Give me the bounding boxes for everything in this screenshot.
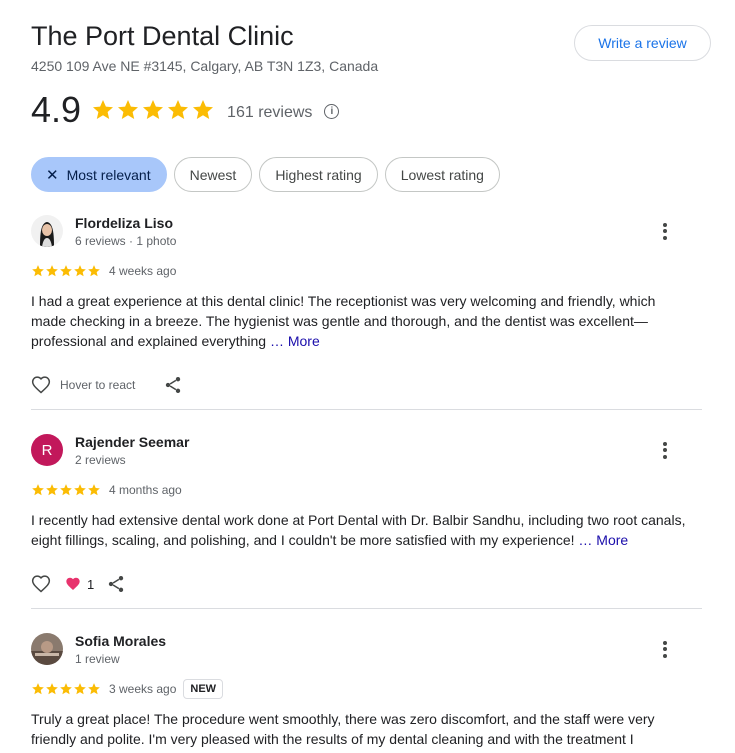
avatar[interactable]: R — [31, 434, 63, 466]
chip-label: Highest rating — [275, 166, 362, 183]
write-review-button[interactable]: Write a review — [574, 25, 711, 61]
review-card: Sofia Morales 1 review 3 weeks ago NEW T… — [31, 633, 702, 749]
like-count: 1 — [87, 576, 95, 592]
new-badge: NEW — [183, 679, 224, 699]
reviewer-name[interactable]: Rajender Seemar — [75, 434, 189, 450]
chip-newest[interactable]: Newest — [173, 157, 253, 192]
review-text: I had a great experience at this dental … — [31, 291, 691, 351]
star-icon — [46, 484, 58, 496]
info-icon[interactable]: i — [324, 103, 340, 119]
divider — [31, 608, 702, 609]
review-body: Truly a great place! The procedure went … — [31, 711, 655, 747]
sort-filter-chips: ✕ Most relevant Newest Highest rating Lo… — [31, 157, 500, 192]
star-icon — [60, 484, 72, 496]
more-link[interactable]: … More — [578, 532, 628, 548]
more-options-icon[interactable] — [653, 438, 677, 462]
star-icon — [46, 265, 58, 277]
react-label: Hover to react — [60, 378, 136, 392]
review-age: 4 weeks ago — [109, 264, 177, 278]
avatar[interactable] — [31, 215, 63, 247]
star-icon — [118, 100, 139, 119]
review-stars — [31, 264, 101, 278]
star-icon — [60, 683, 72, 695]
star-icon — [60, 265, 72, 277]
more-options-icon[interactable] — [653, 219, 677, 243]
person-photo-icon — [31, 215, 63, 247]
chip-most-relevant[interactable]: ✕ Most relevant — [31, 157, 167, 192]
average-rating: 4.9 — [31, 89, 82, 130]
rating-summary: 4.9 161 reviews i — [31, 89, 340, 130]
share-icon[interactable] — [106, 574, 126, 594]
star-icon — [74, 683, 86, 695]
person-photo-icon — [31, 633, 63, 665]
review-text: Truly a great place! The procedure went … — [31, 709, 691, 749]
star-icon — [168, 100, 189, 119]
star-icon — [74, 265, 86, 277]
review-card: Flordeliza Liso 6 reviews · 1 photo 4 we… — [31, 215, 702, 397]
chip-label: Newest — [189, 166, 237, 183]
star-icon — [32, 484, 44, 496]
chip-label: Most relevant — [66, 166, 151, 183]
chip-highest-rating[interactable]: Highest rating — [259, 157, 378, 192]
heart-outline-icon[interactable] — [31, 574, 51, 594]
avatar[interactable] — [31, 633, 63, 665]
reaction-count[interactable]: 1 — [65, 576, 94, 592]
review-stars — [31, 682, 101, 696]
star-icon — [32, 683, 44, 695]
star-icon — [88, 265, 100, 277]
reviewer-name[interactable]: Sofia Morales — [75, 633, 166, 649]
star-icon — [193, 100, 214, 119]
star-icon — [88, 484, 100, 496]
reviewer-meta: 1 review — [75, 652, 120, 666]
divider — [31, 409, 702, 410]
star-icon — [46, 683, 58, 695]
more-link[interactable]: … More — [270, 333, 320, 349]
reviewer-meta: 6 reviews · 1 photo — [75, 234, 177, 248]
more-options-icon[interactable] — [653, 637, 677, 661]
review-body: I had a great experience at this dental … — [31, 293, 656, 349]
heart-filled-icon — [66, 577, 80, 590]
reviewer-meta: 2 reviews — [75, 453, 126, 467]
star-icon — [74, 484, 86, 496]
review-stars — [31, 483, 101, 497]
star-icon — [93, 100, 114, 119]
review-card: R Rajender Seemar 2 reviews 4 months ago… — [31, 434, 702, 596]
review-age: 4 months ago — [109, 483, 182, 497]
star-icon — [143, 100, 164, 119]
chip-lowest-rating[interactable]: Lowest rating — [384, 157, 500, 192]
rating-stars — [91, 98, 215, 122]
reviewer-name[interactable]: Flordeliza Liso — [75, 215, 173, 231]
review-age: 3 weeks ago — [109, 682, 177, 696]
star-icon — [88, 683, 100, 695]
share-icon[interactable] — [163, 375, 183, 395]
heart-outline-icon[interactable] — [31, 375, 51, 395]
reviews-count: 161 reviews — [227, 104, 313, 121]
star-icon — [32, 265, 44, 277]
review-text: I recently had extensive dental work don… — [31, 510, 691, 550]
close-icon[interactable]: ✕ — [46, 166, 59, 184]
chip-label: Lowest rating — [400, 166, 484, 183]
